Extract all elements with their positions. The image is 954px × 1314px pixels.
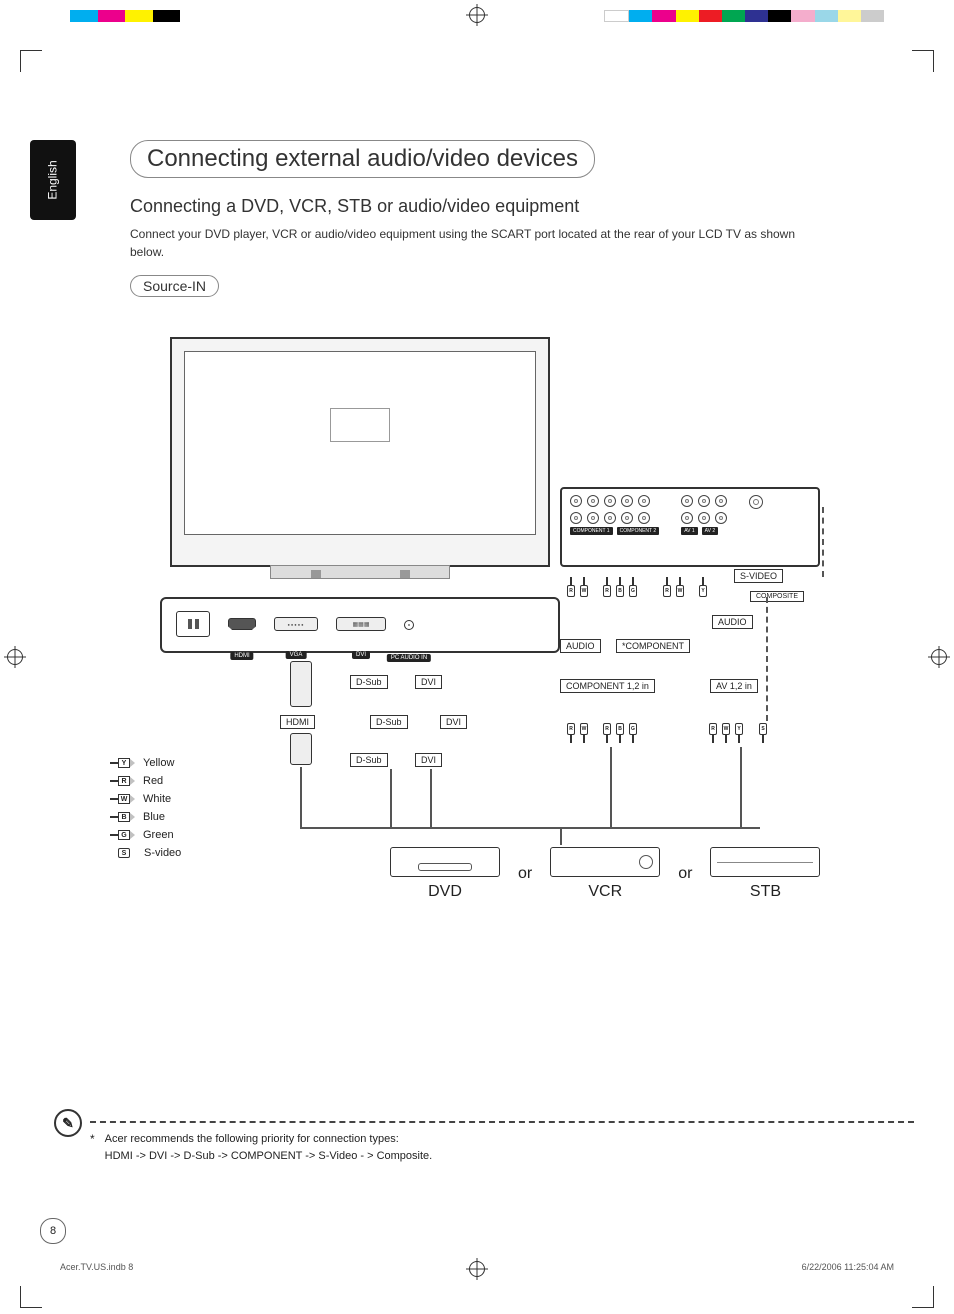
legend-label: S-video	[144, 847, 181, 859]
rca-component-top: R B G	[602, 577, 638, 597]
legend-label: Green	[143, 829, 174, 841]
rca-composite-top: Y	[698, 577, 708, 597]
vcr-device: VCR	[550, 847, 660, 901]
cable-line-dashed	[766, 597, 768, 721]
composite-label: COMPOSITE	[750, 591, 804, 602]
color-legend: Y Yellow R Red W White B Blue G Green S …	[110, 757, 181, 865]
dsub-connector-label: D-Sub	[350, 753, 388, 767]
source-devices-row: DVD or VCR or STB	[390, 847, 820, 901]
audio-label: AUDIO	[560, 639, 601, 653]
side-av-panel: COMPONENT 1 COMPONENT 2 AV 1 AV 2	[560, 487, 820, 567]
footnote-line1: Acer recommends the following priority f…	[105, 1131, 433, 1148]
or-separator: or	[678, 865, 692, 883]
page-number: 8	[40, 1218, 66, 1244]
hdmi-port-icon: HDMI	[228, 618, 256, 632]
hdmi-plug-icon	[290, 733, 312, 765]
av-jack-grid: AV 1 AV 2	[681, 495, 727, 559]
svideo-jack-icon	[749, 495, 763, 509]
footnote: ✎ * Acer recommends the following priori…	[90, 1121, 914, 1164]
component-star-label: *COMPONENT	[616, 639, 690, 653]
audio-label: AUDIO	[712, 615, 753, 629]
legend-item: R Red	[110, 775, 181, 787]
color-bar-left	[70, 10, 180, 22]
svideo-label: S-VIDEO	[734, 569, 783, 583]
dvi-connector-label: DVI	[415, 675, 442, 689]
color-bar-right	[604, 10, 884, 22]
page-subtitle: Connecting a DVD, VCR, STB or audio/vide…	[130, 196, 854, 217]
component12-label: COMPONENT 1,2 in	[560, 679, 655, 693]
page-title: Connecting external audio/video devices	[130, 140, 595, 178]
slugline: Acer.TV.US.indb 8 6/22/2006 11:25:04 AM	[60, 1262, 894, 1272]
hdmi-plug-icon	[290, 661, 312, 707]
component-jack-grid: COMPONENT 1 COMPONENT 2	[570, 495, 659, 559]
rear-port-strip: HDMI VGA DVI PC AUDIO IN	[160, 597, 560, 653]
dsub-connector-label: D-Sub	[370, 715, 408, 729]
registration-mark-icon	[466, 4, 488, 26]
legend-item: S S-video	[110, 847, 181, 859]
vga-port-icon: VGA	[274, 617, 318, 633]
or-separator: or	[518, 865, 532, 883]
rca-av-audio-top: R W	[662, 577, 685, 597]
rca-component-bottom: R B G	[602, 723, 638, 743]
page-content: English Connecting external audio/video …	[40, 60, 914, 1284]
cable-line	[740, 747, 742, 829]
cable-line	[560, 827, 562, 845]
section-label: Source-IN	[130, 275, 219, 297]
intro-paragraph: Connect your DVD player, VCR or audio/vi…	[130, 225, 830, 261]
legend-label: Yellow	[143, 757, 174, 769]
cable-line	[610, 747, 612, 829]
legend-label: Blue	[143, 811, 165, 823]
cable-line	[300, 767, 302, 827]
footnote-line2: HDMI -> DVI -> D-Sub -> COMPONENT -> S-V…	[105, 1148, 433, 1165]
power-socket-icon	[176, 611, 210, 639]
hdmi-connector-label: HDMI	[280, 715, 315, 729]
connection-diagram: HDMI VGA DVI PC AUDIO IN	[130, 337, 854, 977]
legend-item: W White	[110, 793, 181, 805]
cable-line	[560, 827, 760, 829]
language-label: English	[46, 160, 60, 199]
dsub-connector-label: D-Sub	[350, 675, 388, 689]
tv-rear-illustration	[170, 337, 550, 567]
rca-audio-bottom: R W	[566, 723, 589, 743]
language-tab: English	[30, 140, 76, 220]
registration-mark-icon	[4, 646, 26, 668]
av12-label: AV 1,2 in	[710, 679, 758, 693]
slug-filename: Acer.TV.US.indb 8	[60, 1262, 133, 1272]
registration-mark-icon	[928, 646, 950, 668]
legend-item: Y Yellow	[110, 757, 181, 769]
note-icon: ✎	[54, 1109, 82, 1137]
stb-device: STB	[710, 847, 820, 901]
svideo-plug-bottom: S	[758, 723, 768, 743]
rca-audio-top: R W	[566, 577, 589, 597]
footnote-marker: *	[90, 1132, 95, 1146]
legend-item: B Blue	[110, 811, 181, 823]
pc-audio-port-icon: PC AUDIO IN	[404, 620, 414, 630]
cable-line	[390, 769, 392, 829]
cable-line	[430, 769, 432, 829]
legend-item: G Green	[110, 829, 181, 841]
dvi-connector-label: DVI	[415, 753, 442, 767]
legend-label: White	[143, 793, 171, 805]
dvd-device: DVD	[390, 847, 500, 901]
dvi-connector-label: DVI	[440, 715, 467, 729]
slug-timestamp: 6/22/2006 11:25:04 AM	[802, 1262, 894, 1272]
cable-line-dashed	[822, 507, 824, 577]
legend-label: Red	[143, 775, 163, 787]
rca-av-bottom: R W Y	[708, 723, 744, 743]
dvi-port-icon: DVI	[336, 617, 386, 633]
